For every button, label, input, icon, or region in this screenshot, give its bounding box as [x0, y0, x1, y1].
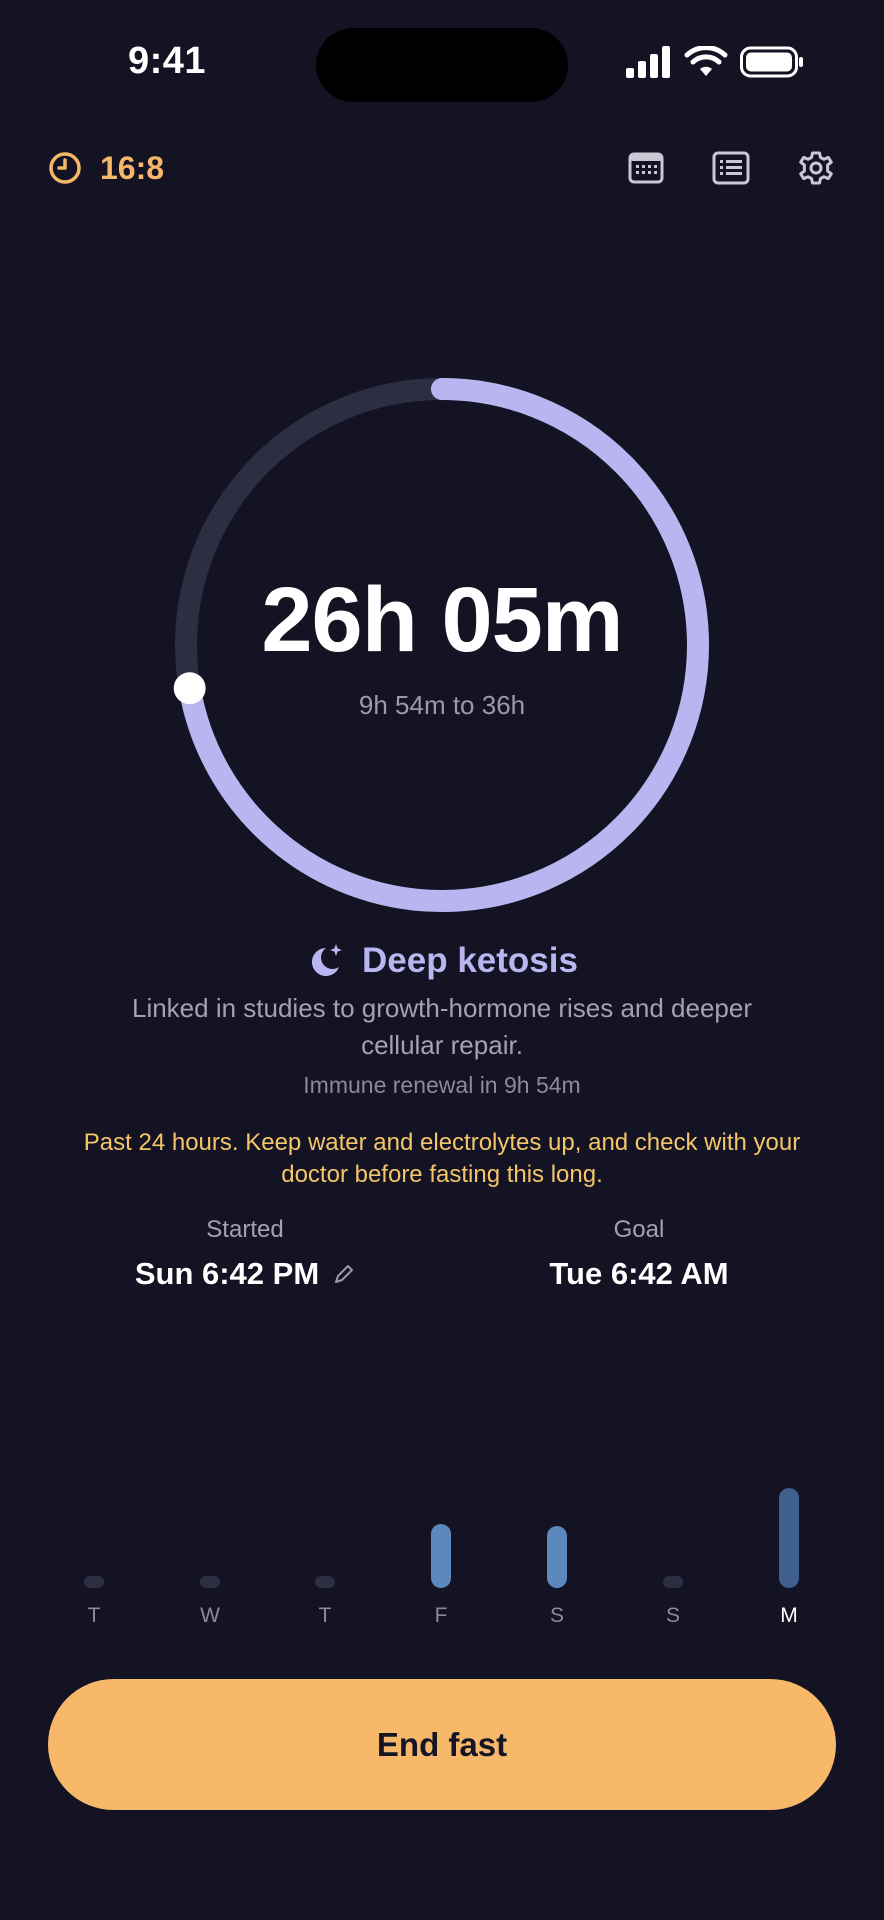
day-column-1[interactable]: W: [180, 1480, 240, 1630]
battery-icon: [740, 46, 803, 78]
day-bar: [547, 1526, 567, 1588]
day-label: W: [200, 1604, 220, 1627]
goal-section: Goal Tue 6:42 AM: [489, 1216, 789, 1292]
day-bar: [431, 1524, 451, 1588]
warning-message: Past 24 hours. Keep water and electrolyt…: [83, 1129, 801, 1188]
goal-value: Tue 6:42 AM: [549, 1256, 729, 1291]
started-value: Sun 6:42 PM: [134, 1256, 320, 1291]
calendar-icon: [628, 152, 664, 184]
day-label: T: [87, 1604, 101, 1627]
remaining-time: 9h 54m to 36h: [358, 690, 526, 720]
day-label: M: [780, 1604, 798, 1627]
stage-title: Deep ketosis: [362, 941, 578, 980]
end-fast-button[interactable]: End fast: [48, 1679, 836, 1810]
started-label: Started: [206, 1216, 284, 1243]
day-column-3[interactable]: F: [411, 1480, 471, 1630]
protocol-label: 16:8: [100, 149, 165, 186]
day-bar: [84, 1576, 104, 1588]
weekly-history: TWTFSSM: [0, 1480, 884, 1630]
next-stage: Immune renewal in 9h 54m: [303, 1072, 581, 1098]
clock-icon: [49, 152, 81, 184]
day-column-5[interactable]: S: [643, 1480, 703, 1630]
settings-button[interactable]: [794, 146, 838, 190]
day-column-2[interactable]: T: [295, 1480, 355, 1630]
status-icons: [626, 46, 804, 82]
started-section[interactable]: Started Sun 6:42 PM: [95, 1216, 395, 1292]
journal-icon: [712, 151, 750, 185]
journal-button[interactable]: [709, 146, 753, 190]
status-time: 9:41: [127, 40, 207, 82]
day-bar: [779, 1488, 799, 1588]
day-column-6[interactable]: M: [759, 1480, 819, 1630]
stage-description: Linked in studies to growth-hormone rise…: [131, 993, 753, 1060]
day-label: S: [549, 1604, 564, 1627]
goal-label: Goal: [613, 1216, 665, 1243]
cellular-signal-icon: [626, 46, 670, 78]
day-bar: [200, 1576, 220, 1588]
day-label: T: [318, 1604, 332, 1627]
fasting-stage[interactable]: Deep ketosis: [0, 938, 884, 984]
day-bar: [663, 1576, 683, 1588]
calendar-button[interactable]: [624, 146, 668, 190]
elapsed-time: 26h 05m: [261, 569, 623, 671]
day-column-4[interactable]: S: [527, 1480, 587, 1630]
started-value-row: Sun 6:42 PM: [95, 1256, 395, 1292]
pencil-icon[interactable]: [333, 1263, 355, 1285]
moon-sparkle-icon: [311, 944, 343, 976]
day-column-0[interactable]: T: [64, 1480, 124, 1630]
day-label: S: [665, 1604, 680, 1627]
dynamic-island: [316, 28, 568, 102]
fasting-protocol[interactable]: 16:8: [48, 148, 164, 188]
goal-value-row: Tue 6:42 AM: [489, 1256, 789, 1292]
day-label: F: [434, 1604, 448, 1627]
wifi-icon: [684, 46, 728, 76]
app-screen: 9:41 16:8 26h 05m 9h 54m to 36h Deep ket…: [0, 0, 884, 1920]
day-bar: [315, 1576, 335, 1588]
gear-icon: [799, 151, 833, 185]
